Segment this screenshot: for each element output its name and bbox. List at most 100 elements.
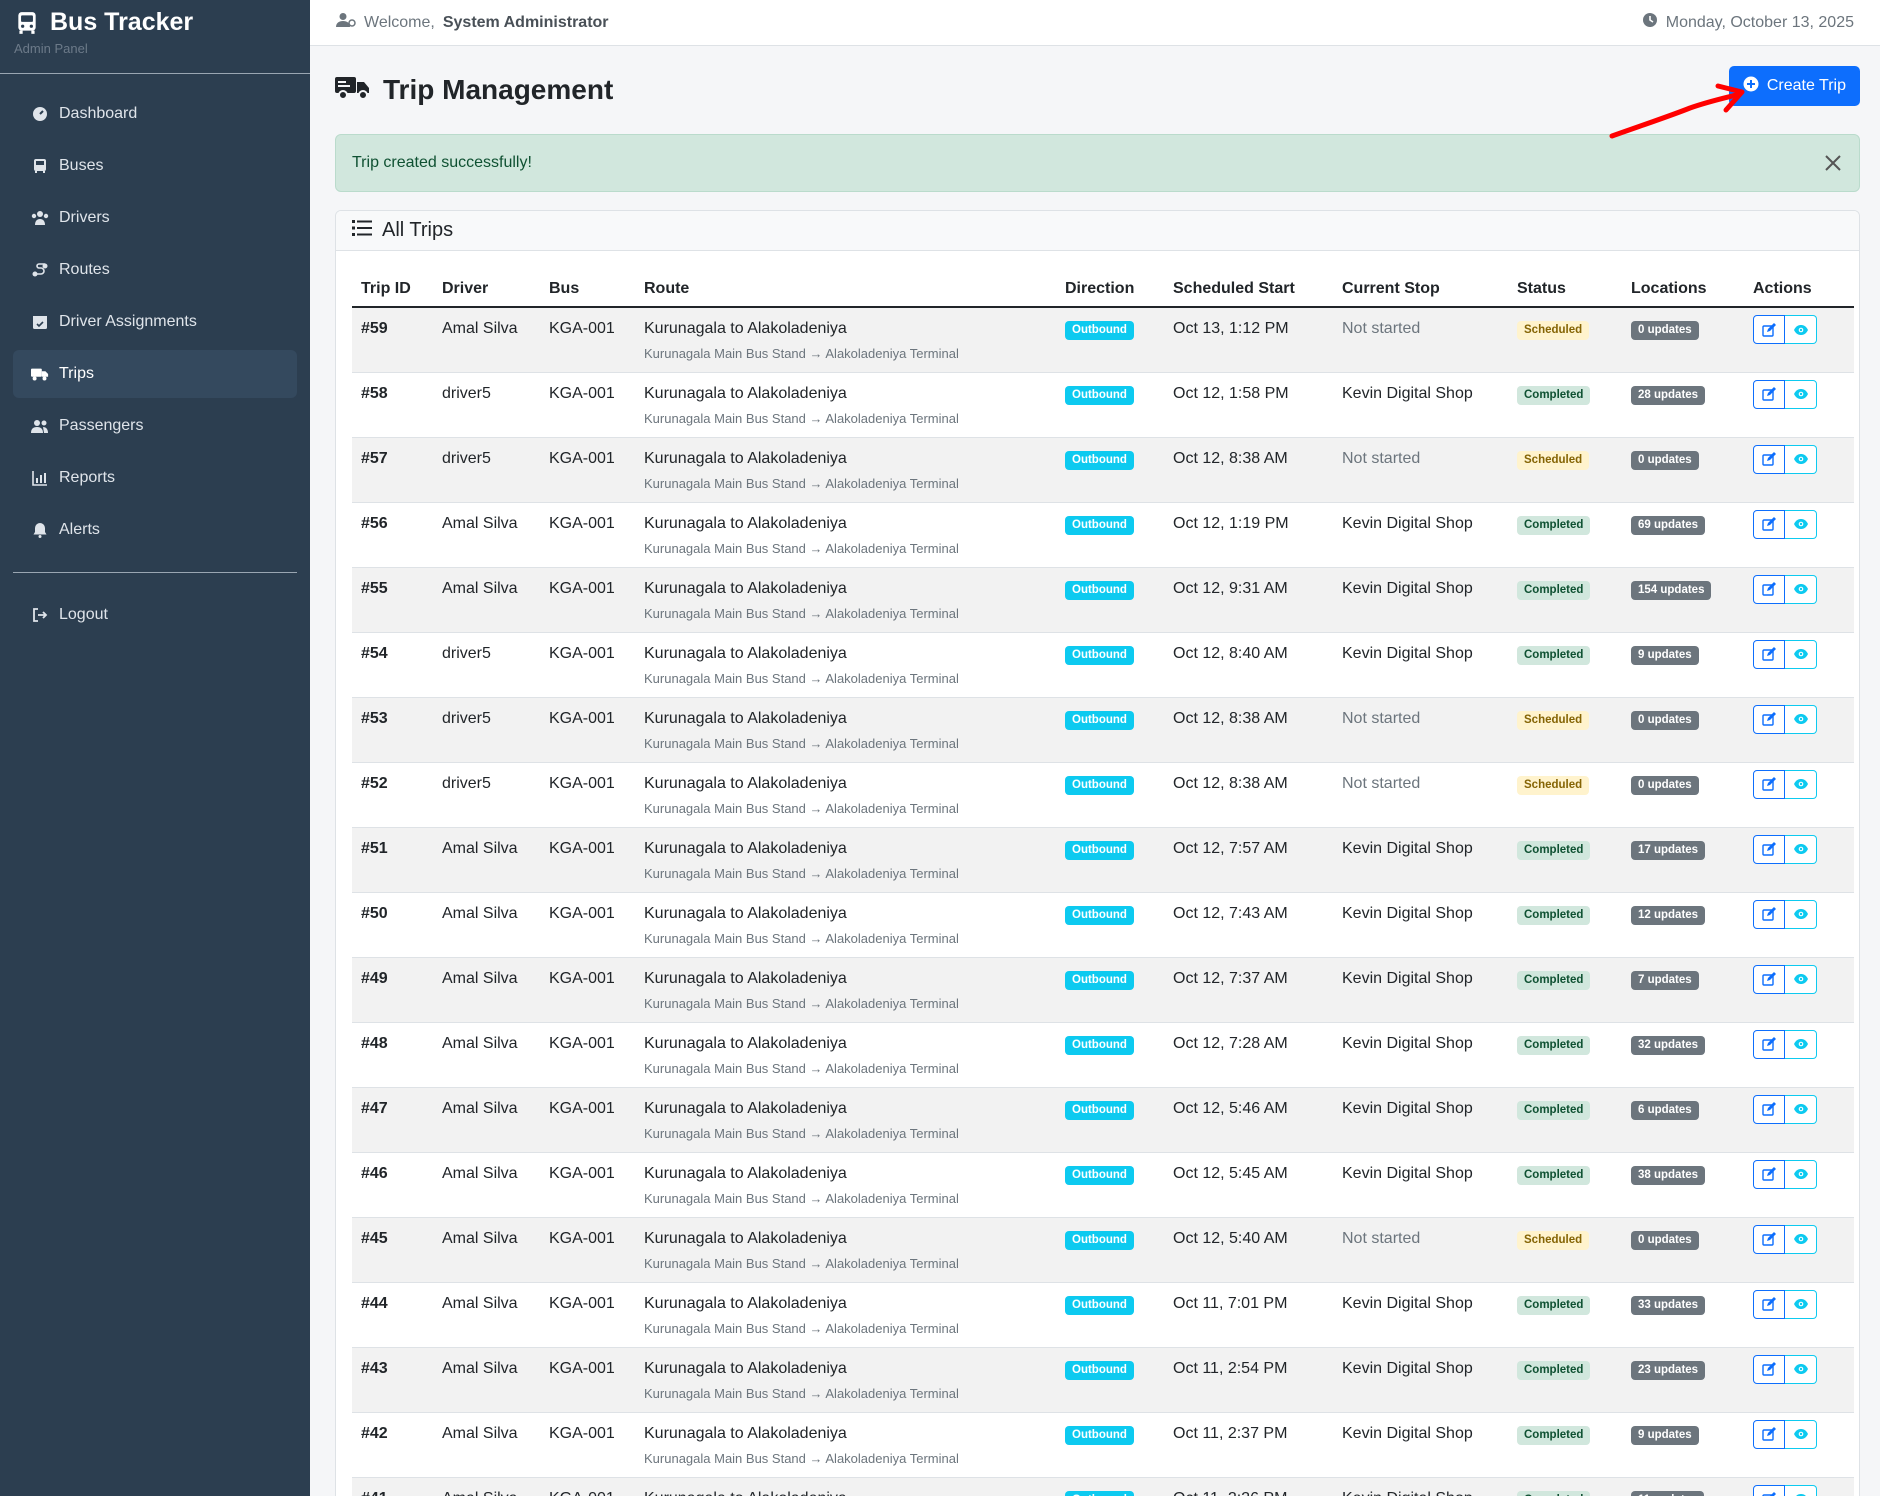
view-button[interactable] xyxy=(1785,379,1817,409)
sidebar-item-passengers[interactable]: Passengers xyxy=(13,402,297,450)
edit-button[interactable] xyxy=(1753,964,1785,994)
driver-cell: Amal Silva xyxy=(442,1034,518,1052)
column-header: Driver xyxy=(433,271,540,308)
view-button[interactable] xyxy=(1785,1484,1817,1496)
edit-button[interactable] xyxy=(1753,1224,1785,1254)
edit-button[interactable] xyxy=(1753,444,1785,474)
sidebar-item-dashboard[interactable]: Dashboard xyxy=(13,90,297,138)
locations-badge: 6 updates xyxy=(1631,1100,1699,1120)
locations-badge: 0 updates xyxy=(1631,450,1699,470)
status-cell: Completed xyxy=(1508,502,1622,567)
sidebar-item-label: Passengers xyxy=(59,417,144,434)
edit-button[interactable] xyxy=(1753,704,1785,734)
driver-cell: Amal Silva xyxy=(442,904,518,922)
status-badge: Completed xyxy=(1517,1490,1591,1496)
edit-button[interactable] xyxy=(1753,1094,1785,1124)
action-group xyxy=(1753,315,1845,344)
status-badge: Completed xyxy=(1517,1360,1591,1380)
edit-button[interactable] xyxy=(1753,639,1785,669)
edit-button[interactable] xyxy=(1753,1354,1785,1384)
route-cell: Kurunagala to Alakoladeniya Kurunagala Ma… xyxy=(635,372,1056,437)
scheduled-start-cell: Oct 12, 8:38 AM xyxy=(1173,774,1288,792)
scheduled-start-cell: Oct 11, 2:26 PM xyxy=(1164,1477,1333,1496)
sidebar-item-driver-assignments[interactable]: Driver Assignments xyxy=(13,298,297,346)
edit-button[interactable] xyxy=(1753,315,1785,344)
view-button[interactable] xyxy=(1785,1419,1817,1449)
view-button[interactable] xyxy=(1785,1354,1817,1384)
close-icon[interactable] xyxy=(1823,153,1843,173)
sidebar-item-buses[interactable]: Buses xyxy=(13,142,297,190)
view-button[interactable] xyxy=(1785,964,1817,994)
view-button[interactable] xyxy=(1785,509,1817,539)
driver-cell: Amal Silva xyxy=(442,514,518,532)
locations-cell: 7 updates xyxy=(1622,957,1744,1022)
scheduled-start-cell: Oct 11, 7:01 PM xyxy=(1173,1294,1288,1312)
view-button[interactable] xyxy=(1785,704,1817,734)
edit-button[interactable] xyxy=(1753,769,1785,799)
scheduled-start-cell: Oct 12, 7:37 AM xyxy=(1173,969,1288,987)
edit-button[interactable] xyxy=(1753,834,1785,864)
driver-cell: Amal Silva xyxy=(442,579,518,597)
driver-cell: driver5 xyxy=(442,384,491,402)
edit-button[interactable] xyxy=(1753,1029,1785,1059)
edit-icon xyxy=(1762,712,1776,726)
bus-cell: KGA-001 xyxy=(549,969,615,987)
edit-button[interactable] xyxy=(1753,379,1785,409)
locations-badge: 38 updates xyxy=(1631,1165,1706,1185)
scheduled-start-cell: Oct 12, 5:45 AM xyxy=(1173,1164,1288,1182)
locations-badge: 12 updates xyxy=(1631,905,1706,925)
locations-badge: 11 updates xyxy=(1631,1490,1705,1496)
route-name: Kurunagala to Alakoladeniya xyxy=(644,1164,847,1182)
scheduled-start-cell: Oct 12, 8:38 AM xyxy=(1173,449,1288,467)
edit-button[interactable] xyxy=(1753,1419,1785,1449)
bus-cell: KGA-001 xyxy=(549,320,615,337)
direction-cell: Outbound xyxy=(1056,762,1164,827)
edit-button[interactable] xyxy=(1753,899,1785,929)
sidebar-item-label: Logout xyxy=(59,606,108,623)
sidebar-item-logout[interactable]: Logout xyxy=(13,591,297,639)
column-header: Direction xyxy=(1056,271,1164,308)
edit-button[interactable] xyxy=(1753,509,1785,539)
scheduled-start-cell: Oct 11, 2:54 PM xyxy=(1173,1359,1288,1377)
edit-button[interactable] xyxy=(1753,574,1785,604)
actions-cell xyxy=(1744,957,1854,1022)
actions-cell xyxy=(1744,697,1854,762)
sidebar-item-trips[interactable]: Trips xyxy=(13,350,297,398)
edit-button[interactable] xyxy=(1753,1159,1785,1189)
create-trip-button[interactable]: Create Trip xyxy=(1728,66,1860,106)
view-button[interactable] xyxy=(1785,1289,1817,1319)
driver-cell: Amal Silva xyxy=(442,1424,518,1442)
status-cell: Completed xyxy=(1508,957,1622,1022)
view-button[interactable] xyxy=(1785,769,1817,799)
brand-title[interactable]: Bus Tracker xyxy=(50,8,193,37)
trip-id-cell: #41 xyxy=(352,1477,433,1496)
action-group xyxy=(1753,1289,1845,1319)
view-button[interactable] xyxy=(1785,1094,1817,1124)
status-cell: Completed xyxy=(1508,1087,1622,1152)
trip-id: #50 xyxy=(361,904,388,922)
edit-button[interactable] xyxy=(1753,1289,1785,1319)
view-button[interactable] xyxy=(1785,639,1817,669)
locations-cell: 33 updates xyxy=(1622,1282,1744,1347)
view-button[interactable] xyxy=(1785,315,1817,344)
route-cell: Kurunagala to Alakoladeniya Kurunagala Ma… xyxy=(635,697,1056,762)
view-button[interactable] xyxy=(1785,444,1817,474)
view-button[interactable] xyxy=(1785,899,1817,929)
edit-button[interactable] xyxy=(1753,1484,1785,1496)
sidebar-item-routes[interactable]: Routes xyxy=(13,246,297,294)
view-button[interactable] xyxy=(1785,834,1817,864)
eye-icon xyxy=(1793,1234,1808,1244)
view-button[interactable] xyxy=(1785,574,1817,604)
status-badge: Completed xyxy=(1517,645,1591,665)
sidebar-item-label: Alerts xyxy=(59,521,100,538)
table-row: #53 driver5 KGA-001 Kurunagala to Alakolade… xyxy=(352,697,1854,762)
view-button[interactable] xyxy=(1785,1224,1817,1254)
driver-cell: driver5 xyxy=(442,709,491,727)
view-button[interactable] xyxy=(1785,1029,1817,1059)
sidebar-item-drivers[interactable]: Drivers xyxy=(13,194,297,242)
view-button[interactable] xyxy=(1785,1159,1817,1189)
direction-cell: Outbound xyxy=(1056,1412,1164,1477)
sidebar-item-reports[interactable]: Reports xyxy=(13,454,297,502)
sidebar-item-alerts[interactable]: Alerts xyxy=(13,506,297,554)
bus-cell: KGA-001 xyxy=(549,774,615,792)
